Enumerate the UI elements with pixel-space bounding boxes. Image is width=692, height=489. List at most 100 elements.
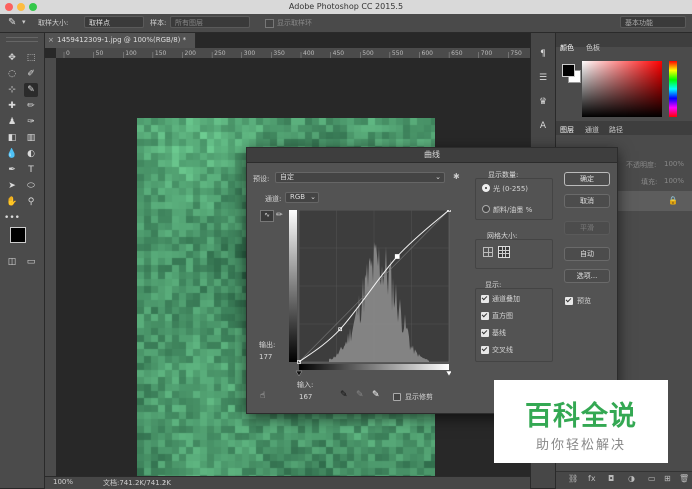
trash-icon[interactable]: 🗑 [679,474,689,483]
pen-tool-icon[interactable]: ✒ [5,163,19,177]
blur-tool-icon[interactable]: 💧 [5,147,19,161]
display-option-baseline: 基线 [492,329,506,337]
preview-checkbox[interactable] [565,297,573,305]
white-point-slider[interactable] [445,370,451,377]
paths-tab[interactable]: 路径 [609,125,623,135]
auto-button[interactable]: 自动 [564,247,610,261]
pigment-radio[interactable] [482,205,490,213]
gradient-tool-icon[interactable]: ▥ [24,131,38,145]
workspace-select[interactable]: 基本功能 [620,16,686,28]
doc-size: 文档:741.2K/741.2K [103,479,171,487]
character-icon[interactable]: A [536,119,550,133]
black-eyedropper-icon[interactable]: ✎ [340,390,348,400]
fx-icon[interactable]: fx [588,474,596,483]
group-icon[interactable]: ▭ [648,474,656,483]
chevron-down-icon[interactable]: ▾ [22,18,26,26]
eyedropper-tool-icon[interactable]: ✎ [24,83,38,97]
marquee-tool-icon[interactable]: ⬚ [24,51,38,65]
quick-mask-icon[interactable]: ◫ [5,255,19,269]
color-picker-field[interactable] [582,61,662,117]
input-value[interactable]: 167 [299,393,312,401]
output-value[interactable]: 177 [259,353,272,361]
panel-foreground-swatch[interactable] [562,64,575,77]
sample-size-select[interactable]: 取样点 [84,16,144,28]
pencil-icon[interactable]: ✏ [276,210,283,219]
type-tool-icon[interactable]: T [24,163,38,177]
more-tools-icon[interactable]: ••• [4,211,20,225]
chevron-down-icon: ⌄ [310,193,316,201]
brush-tool-icon[interactable]: ✏ [24,99,38,113]
curve-edit-icon[interactable]: ∿ [260,210,274,222]
layers-tab[interactable]: 图层 [560,125,574,135]
sample-label: 样本: [150,19,167,27]
options-button[interactable]: 选项... [564,269,610,283]
simple-grid-icon[interactable] [483,247,493,257]
path-select-icon[interactable]: ➤ [5,179,19,193]
gray-eyedropper-icon[interactable]: ✎ [356,390,364,400]
dodge-tool-icon[interactable]: ◐ [24,147,38,161]
curves-graph[interactable] [289,210,451,378]
sample-select[interactable]: 所有图层 [170,16,250,28]
zoom-tool-icon[interactable]: ⚲ [24,195,38,209]
sample-size-label: 取样大小: [38,19,69,27]
show-clipping-checkbox[interactable] [393,393,401,401]
ruler-tick-label: 350 [273,50,285,57]
document-tab[interactable]: × 1459412309-1.jpg @ 100%(RGB/8) * [45,33,196,48]
output-label: 输出: [259,341,276,349]
history-brush-icon[interactable]: ✑ [24,115,38,129]
new-layer-icon[interactable]: ⊞ [664,474,671,483]
light-radio[interactable] [482,184,490,192]
input-label: 输入: [297,381,314,389]
actions-icon[interactable]: ♛ [536,95,550,109]
crop-tool-icon[interactable]: ⊹ [5,83,19,97]
channels-tab[interactable]: 通道 [585,125,599,135]
ok-button[interactable]: 确定 [564,172,610,186]
lasso-tool-icon[interactable]: ◌ [5,67,19,81]
target-adjust-icon[interactable]: ☝ [260,391,265,401]
preset-select[interactable]: 自定 ⌄ [275,172,445,183]
hand-tool-icon[interactable]: ✋ [5,195,19,209]
channel-select[interactable]: RGB ⌄ [285,192,319,203]
properties-icon[interactable]: ☰ [536,71,550,85]
hue-slider[interactable] [669,61,677,117]
smooth-button[interactable]: 平滑 [564,221,610,235]
cancel-button[interactable]: 取消 [564,194,610,208]
swatches-tab[interactable]: 色板 [586,43,600,53]
show-clipping-label: 显示修剪 [405,393,433,401]
paragraph-icon[interactable]: ¶ [536,47,550,61]
app-title: Adobe Photoshop CC 2015.5 [288,2,404,11]
histogram-checkbox[interactable] [481,312,489,320]
quick-select-tool-icon[interactable]: ✐ [24,67,38,81]
intersection-line-checkbox[interactable] [481,346,489,354]
shape-tool-icon[interactable]: ⬭ [24,179,38,193]
fill-value[interactable]: 100% [664,177,684,185]
link-layers-icon[interactable]: ⛓ [568,474,578,483]
toolbar-grip[interactable] [6,37,38,42]
white-eyedropper-icon[interactable]: ✎ [372,390,380,400]
status-arrow-icon[interactable]: › [163,478,166,486]
mask-icon[interactable]: ◘ [608,474,614,483]
foreground-color-swatch[interactable] [10,227,26,243]
clone-stamp-icon[interactable]: ♟ [5,115,19,129]
black-point-slider[interactable] [295,370,303,377]
channel-overlay-checkbox[interactable] [481,295,489,303]
eraser-tool-icon[interactable]: ◧ [5,131,19,145]
close-tab-icon[interactable]: × [48,36,54,44]
ruler-tick-label: 400 [303,50,315,57]
preset-gear-icon[interactable]: ✱ [453,172,460,181]
show-ring-checkbox[interactable] [265,19,274,28]
detailed-grid-icon[interactable] [498,246,510,258]
healing-brush-icon[interactable]: ✚ [5,99,19,113]
curve-control-point[interactable] [394,254,400,259]
channel-label: 通道: [265,195,282,203]
color-tab[interactable]: 颜色 [560,43,574,53]
baseline-checkbox[interactable] [481,329,489,337]
opacity-value[interactable]: 100% [664,160,684,168]
ruler-tick-label: 500 [362,50,374,57]
screen-mode-icon[interactable]: ▭ [24,255,38,269]
options-bar: ✎ ▾ 取样大小: 取样点 样本: 所有图层 显示取样环 基本功能 [0,14,692,33]
zoom-level[interactable]: 100% [53,478,73,486]
adjustment-icon[interactable]: ◑ [628,474,635,483]
move-tool-icon[interactable]: ✥ [5,51,19,65]
eyedropper-icon[interactable]: ✎ [8,17,16,28]
